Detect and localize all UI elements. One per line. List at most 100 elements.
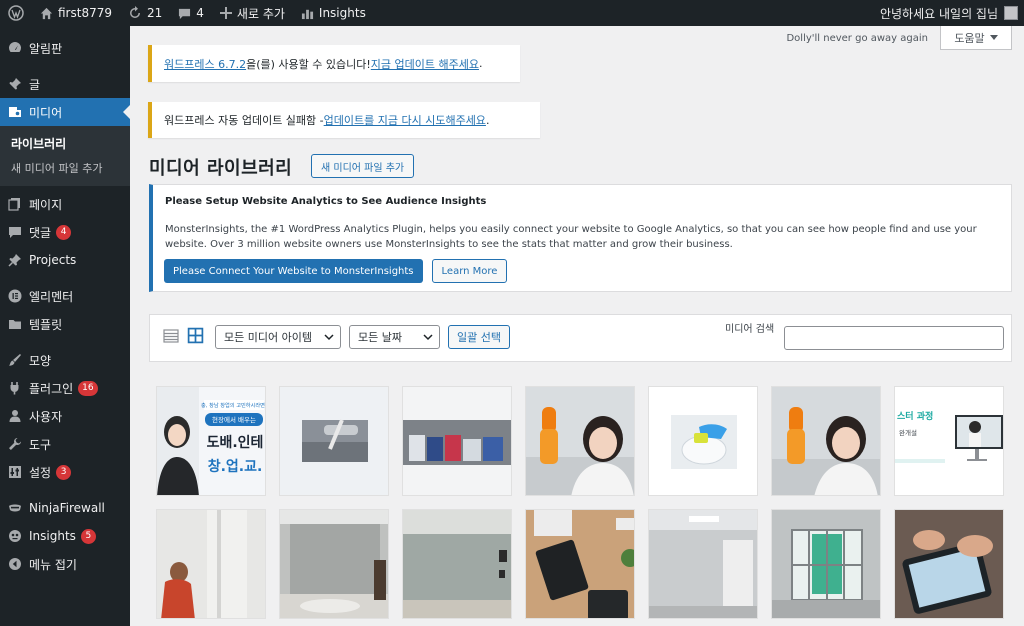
promo-image: 충, 창남 창업의 고민하시라면! 현장에서 배우는 도배.인테 창.업.교. <box>157 387 266 495</box>
sidebar-item-insights[interactable]: Insights 5 <box>0 522 130 550</box>
settings-icon <box>9 466 21 478</box>
sidebar-label-ninjafirewall: NinjaFirewall <box>29 501 105 515</box>
media-thumbnail[interactable] <box>648 386 758 496</box>
user-icon <box>9 410 21 422</box>
grid-view-icon[interactable] <box>187 327 204 344</box>
media-thumbnail[interactable]: 충, 창남 창업의 고민하시라면! 현장에서 배우는 도배.인테 창.업.교. <box>156 386 266 496</box>
media-search-input[interactable] <box>784 326 1004 350</box>
admin-sidebar: 알림판 글 미디어 라이브러리 새 미디어 파일 추가 페이지 댓글 4 Pro… <box>0 26 130 626</box>
wordpress-logo-button[interactable] <box>0 0 32 26</box>
sidebar-item-appearance[interactable]: 모양 <box>0 346 130 374</box>
update-notice-text: 을(를) 사용할 수 있습니다! <box>246 57 371 71</box>
promo-line-2: 현장에서 배우는 <box>212 415 256 424</box>
new-content-link[interactable]: 새로 추가 <box>212 0 293 26</box>
main-content: Dolly'll never go away again 도움말 워드프레스 6… <box>130 26 1024 626</box>
auto-update-failed-notice: 워드프레스 자동 업데이트 실패함 - 업데이트를 지금 다시 시도해주세요 . <box>148 102 540 138</box>
promo-line-3: 도배.인테 <box>207 434 264 451</box>
sidebar-item-dashboard[interactable]: 알림판 <box>0 34 130 62</box>
sidebar-item-comments[interactable]: 댓글 4 <box>0 218 130 246</box>
media-thumbnail[interactable] <box>525 386 635 496</box>
sidebar-label-pages: 페이지 <box>29 197 63 212</box>
list-view-icon[interactable] <box>163 328 179 344</box>
home-icon <box>40 7 53 19</box>
plus-icon <box>219 7 232 19</box>
sidebar-item-pages[interactable]: 페이지 <box>0 190 130 218</box>
sidebar-item-ninjafirewall[interactable]: NinjaFirewall <box>0 494 130 522</box>
media-thumbnail[interactable] <box>279 509 389 619</box>
sidebar-item-collapse-menu[interactable]: 메뉴 접기 <box>0 550 130 578</box>
cleaning-woman-image <box>526 387 634 495</box>
sidebar-sub-library[interactable]: 라이브러리 <box>0 131 130 156</box>
plugin-icon <box>10 382 19 395</box>
update-notice-end: . <box>478 57 483 70</box>
chevron-down-icon <box>423 334 433 341</box>
media-thumbnail[interactable]: 스터 과정 완개설 <box>894 386 1004 496</box>
media-thumbnail[interactable] <box>525 509 635 619</box>
sofa-cleaning-image <box>280 387 388 495</box>
pin-icon <box>9 78 21 90</box>
sidebar-item-elementor[interactable]: 엘리멘터 <box>0 282 130 310</box>
wordpress-version-link[interactable]: 워드프레스 6.7.2 <box>164 56 246 72</box>
banner-line-2: 완개설 <box>899 428 917 437</box>
sidebar-sub-add-new[interactable]: 새 미디어 파일 추가 <box>0 156 130 180</box>
hello-dolly-text: Dolly'll never go away again <box>786 33 928 44</box>
update-now-link[interactable]: 지금 업데이트 해주세요 <box>371 56 479 72</box>
cleaning-woman-image <box>772 387 880 495</box>
sidebar-item-templates[interactable]: 템플릿 <box>0 310 130 338</box>
monsterinsights-notice: Please Setup Website Analytics to See Au… <box>149 184 1012 292</box>
promo-line-1: 충, 창남 창업의 고민하시라면! <box>201 401 266 409</box>
admin-bar: first8779 21 4 새로 추가 Insights 안녕하세요 내일의 … <box>0 0 1024 26</box>
empty-room-image <box>403 510 511 618</box>
sidebar-item-tools[interactable]: 도구 <box>0 430 130 458</box>
sidebar-item-plugins[interactable]: 플러그인 16 <box>0 374 130 402</box>
media-thumbnail[interactable] <box>894 509 1004 619</box>
media-thumbnail[interactable] <box>402 509 512 619</box>
add-new-media-button[interactable]: 새 미디어 파일 추가 <box>311 154 415 178</box>
help-label: 도움말 <box>954 31 985 45</box>
media-thumbnail[interactable] <box>771 509 881 619</box>
date-filter[interactable]: 모든 날짜 <box>349 325 440 349</box>
site-name: first8779 <box>58 6 112 20</box>
media-thumbnail[interactable] <box>279 386 389 496</box>
sidebar-item-settings[interactable]: 설정 3 <box>0 458 130 486</box>
sidebar-item-users[interactable]: 사용자 <box>0 402 130 430</box>
course-banner-image: 스터 과정 완개설 <box>895 387 1003 495</box>
failed-notice-text: 워드프레스 자동 업데이트 실패함 - <box>164 114 324 127</box>
sidebar-item-projects[interactable]: Projects <box>0 246 130 274</box>
comment-icon <box>179 8 191 19</box>
dashboard-icon <box>8 42 22 52</box>
media-thumbnail[interactable] <box>156 509 266 619</box>
sidebar-label-appearance: 모양 <box>29 353 52 368</box>
connect-monsterinsights-button[interactable]: Please Connect Your Website to MonsterIn… <box>164 259 423 283</box>
media-thumbnail[interactable] <box>402 386 512 496</box>
insights-link[interactable]: Insights <box>293 0 374 26</box>
calculator-desk-image <box>526 510 634 618</box>
media-submenu: 라이브러리 새 미디어 파일 추가 <box>0 126 130 186</box>
bar-chart-icon <box>301 9 313 19</box>
monsterinsights-icon <box>9 530 21 542</box>
avatar <box>1004 6 1018 20</box>
comments-link[interactable]: 4 <box>170 0 212 26</box>
updates-link[interactable]: 21 <box>120 0 170 26</box>
ninja-icon <box>9 504 21 512</box>
date-filter-value: 모든 날짜 <box>358 331 402 344</box>
learn-more-button[interactable]: Learn More <box>431 259 508 283</box>
sidebar-item-posts[interactable]: 글 <box>0 70 130 98</box>
media-thumbnail[interactable] <box>648 509 758 619</box>
site-name-link[interactable]: first8779 <box>32 0 120 26</box>
help-button[interactable]: 도움말 <box>940 26 1012 50</box>
wordpress-icon <box>8 5 24 21</box>
folder-icon <box>9 320 21 329</box>
bulk-select-button[interactable]: 일괄 선택 <box>448 325 510 349</box>
media-thumbnail[interactable] <box>771 386 881 496</box>
tablet-hands-image <box>895 510 1003 618</box>
shelf-image <box>403 387 511 495</box>
retry-update-link[interactable]: 업데이트를 지금 다시 시도해주세요 <box>324 112 486 128</box>
banner-line-1: 스터 과정 <box>897 410 933 422</box>
my-account-link[interactable]: 안녕하세요 내일의 집님 <box>872 0 1024 26</box>
window-room-image <box>772 510 880 618</box>
sidebar-label-media: 미디어 <box>29 105 63 120</box>
media-type-filter[interactable]: 모든 미디어 아이템 <box>215 325 341 349</box>
sidebar-item-media[interactable]: 미디어 <box>0 98 130 126</box>
chevron-down-icon <box>324 334 334 341</box>
